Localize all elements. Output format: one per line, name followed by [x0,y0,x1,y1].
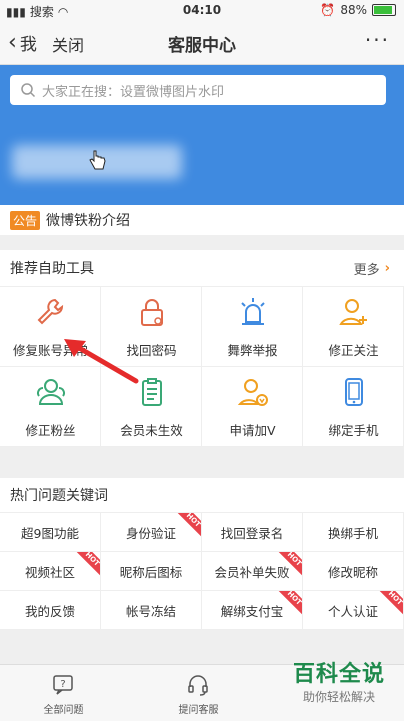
keyword-item[interactable]: 个人认证 HOT [303,591,404,630]
lock-icon [141,299,163,326]
tool-label: 修正粉丝 [25,423,76,438]
tab-all-questions[interactable]: ? 全部问题 [13,665,114,721]
question-icon: ? [53,675,73,695]
keyword-label: 会员补单失败 [214,564,290,580]
tool-label: 会员未生效 [120,423,183,438]
wrench-icon [37,298,64,325]
watermark-subtitle: 助你轻松解决 [302,690,375,704]
svg-text:?: ? [60,679,65,690]
keyword-label: 找回登录名 [220,525,284,541]
user-verify-icon [237,379,268,406]
alarm-icon: ⏰ [320,3,336,17]
keyword-item[interactable]: 视频社区 HOT [0,552,101,591]
keyword-label: 解绑支付宝 [220,603,284,619]
nav-bar: ‹ 我 关闭 客服中心 ··· [0,22,404,65]
hand-cursor-icon [89,150,106,170]
keyword-item[interactable]: 修改昵称 [303,552,404,591]
tab-label: 全部问题 [43,705,84,716]
search-placeholder: 大家正在搜：设置微博图片水印 [42,84,225,100]
keyword-item[interactable]: 昵称后图标 [101,552,202,591]
keyword-item[interactable]: 找回登录名 [202,513,303,552]
tool-report-fraud[interactable]: 舞弊举报 [202,287,303,367]
tool-label: 舞弊举报 [227,343,278,358]
keyword-item[interactable]: 换绑手机 [303,513,404,552]
keyword-label: 换绑手机 [327,525,378,541]
banner: 大家正在搜：设置微博图片水印 [0,65,404,205]
keywords-title: 热门问题关键词 [10,488,108,504]
siren-icon [241,298,265,325]
keyword-item[interactable]: 会员补单失败 HOT [202,552,303,591]
keyword-label: 修改昵称 [327,564,378,580]
status-bar: ▮▮▮ 搜索 ◠ 04:10 ⏰ 88% [0,0,404,22]
keywords-section: 热门问题关键词 超9图功能 身份验证 HOT 找回登录名 换绑手机 视频社区 HOT 昵称后图… [0,478,404,630]
keyword-label: 个人认证 [327,603,378,619]
keyword-label: 帐号冻结 [125,603,176,619]
keyword-item[interactable]: 解绑支付宝 HOT [202,591,303,630]
notice-text: 微博铁粉介绍 [46,213,131,229]
notice-bar[interactable]: 公告 微博铁粉介绍 [0,205,404,235]
keyword-item[interactable]: 我的反馈 [0,591,101,630]
hot-badge: HOT [174,513,201,539]
back-label: 我 [19,35,37,55]
keyword-item[interactable]: 超9图功能 [0,513,101,552]
keyword-item[interactable]: 身份验证 HOT [101,513,202,552]
keyword-item[interactable]: 帐号冻结 [101,591,202,630]
keyword-label: 视频社区 [24,564,75,580]
chevron-left-icon: ‹ [8,29,17,55]
tab-label: 提问客服 [178,705,219,716]
tool-apply-verify[interactable]: 申请加V [202,367,303,447]
tool-label: 申请加V [229,423,276,438]
tool-bind-phone[interactable]: 绑定手机 [303,367,404,447]
more-label: 更多 [353,262,380,278]
more-tools-link[interactable]: 更多 › [354,259,390,278]
tool-fix-following[interactable]: 修正关注 [303,287,404,367]
battery-icon [372,4,396,16]
keyword-label: 超9图功能 [21,525,79,541]
phone-icon [345,378,363,406]
watermark-title: 百科全说 [292,662,385,687]
keyword-label: 身份验证 [125,525,176,541]
keyword-label: 昵称后图标 [119,564,183,580]
close-button[interactable]: 关闭 [52,32,84,56]
clipboard-icon [142,378,162,406]
user-add-icon [339,299,367,325]
chevron-right-icon: › [384,260,390,276]
headset-icon [188,675,208,696]
search-icon [21,83,36,98]
hot-badge: HOT [73,552,100,578]
keyword-label: 我的反馈 [24,603,75,619]
notice-badge: 公告 [10,210,41,230]
hot-badge: HOT [376,591,403,617]
tool-label: 绑定手机 [328,423,379,438]
tab-ask-service[interactable]: 提问客服 [148,665,249,721]
battery-percent: 88% [340,3,367,17]
back-button[interactable]: ‹ 我 [8,30,37,55]
search-input[interactable]: 大家正在搜：设置微博图片水印 [10,75,386,105]
watermark-logo: 百科全说 助你轻松解决 [280,656,398,716]
red-arrow-annotation [64,339,139,384]
tool-label: 修正关注 [328,343,379,358]
tools-title: 推荐自助工具 [10,261,94,277]
more-menu-icon[interactable]: ··· [365,28,390,52]
